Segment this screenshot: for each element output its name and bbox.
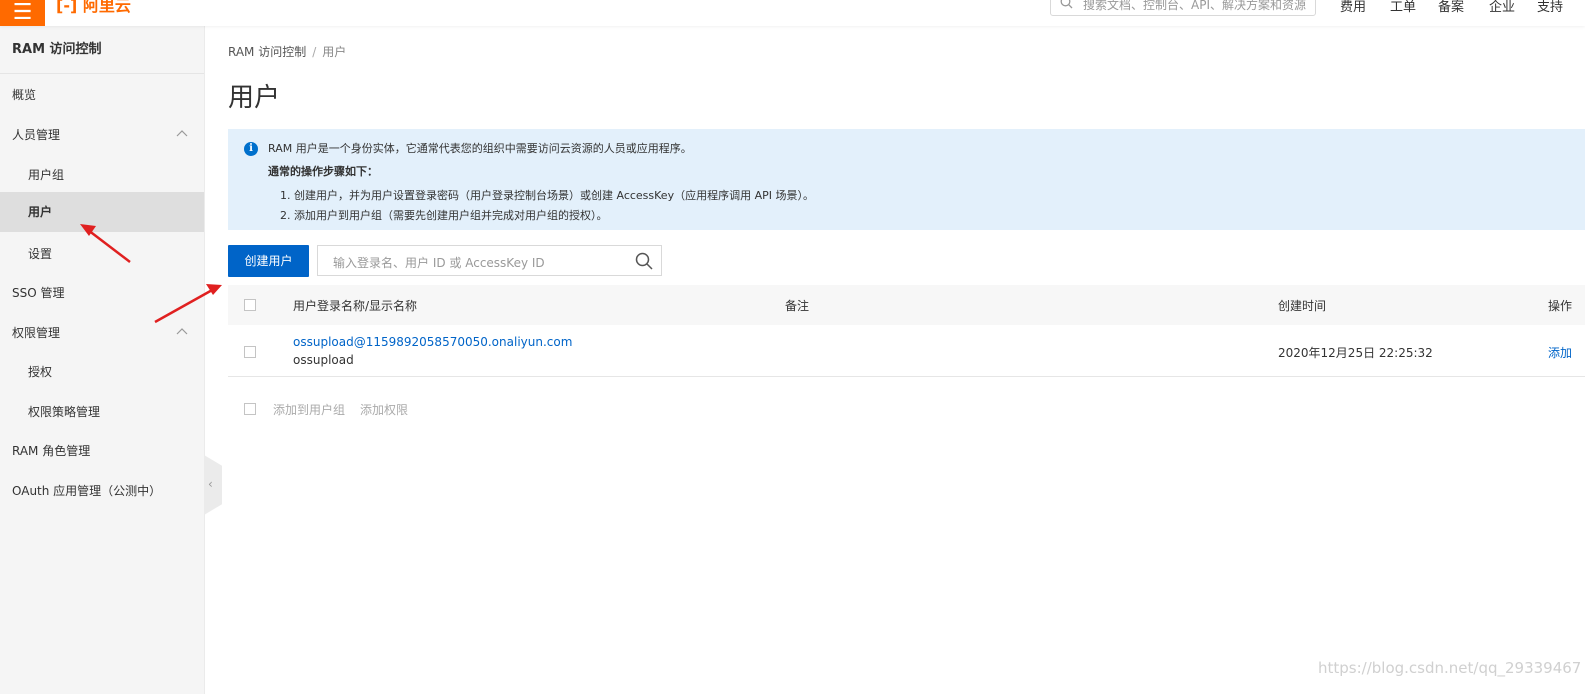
table-header: 用户登录名称/显示名称 备注 创建时间 操作 xyxy=(228,285,1585,326)
user-created-time: 2020年12月25日 22:25:32 xyxy=(1278,346,1433,360)
brand-logo[interactable]: [-] 阿里云 xyxy=(56,0,131,16)
sidebar-title: RAM 访问控制 xyxy=(0,26,204,74)
sidebar-collapse-handle[interactable]: ‹ xyxy=(204,455,222,515)
info-icon: i xyxy=(244,142,258,156)
add-permission-button[interactable]: 添加权限 xyxy=(360,401,408,418)
column-header-note: 备注 xyxy=(785,299,810,313)
page-title: 用户 xyxy=(228,83,281,113)
info-notice: i RAM 用户是一个身份实体，它通常代表您的组织中需要访问云资源的人员或应用程… xyxy=(228,129,1585,230)
notice-step: 2. 添加用户到用户组（需要先创建用户组并完成对用户组的授权）。 xyxy=(280,209,608,222)
nav-support[interactable]: 支持 xyxy=(1537,0,1563,15)
sidebar-item-ram-roles[interactable]: RAM 角色管理 xyxy=(0,431,204,471)
chevron-left-icon: ‹ xyxy=(208,477,213,491)
sidebar-item-grants[interactable]: 授权 xyxy=(0,352,204,392)
notice-step: 1. 创建用户，并为用户设置登录密码（用户登录控制台场景）或创建 AccessK… xyxy=(280,189,814,202)
sidebar-item-users[interactable]: 用户 xyxy=(0,192,204,232)
bulk-select-checkbox[interactable] xyxy=(244,403,256,415)
table-row: ossupload@1159892058570050.onaliyun.com … xyxy=(228,325,1585,377)
add-action-link[interactable]: 添加 xyxy=(1548,344,1572,361)
sidebar: RAM 访问控制 概览 人员管理 用户组 用户 设置 SSO 管理 权限管理 授… xyxy=(0,26,205,694)
column-header-login[interactable]: 用户登录名称/显示名称 xyxy=(293,297,417,314)
sidebar-item-label: OAuth 应用管理（公测中） xyxy=(12,484,162,498)
menu-icon[interactable]: ☰ xyxy=(0,0,45,26)
global-search-placeholder: 搜索文档、控制台、API、解决方案和资源 xyxy=(1083,0,1306,12)
sidebar-item-label: 设置 xyxy=(28,247,53,261)
sidebar-item-label: RAM 角色管理 xyxy=(12,444,91,458)
breadcrumb: RAM 访问控制 / 用户 xyxy=(228,43,346,60)
sidebar-item-label: 权限管理 xyxy=(12,326,61,340)
notice-line: RAM 用户是一个身份实体，它通常代表您的组织中需要访问云资源的人员或应用程序。 xyxy=(268,142,692,155)
chevron-up-icon[interactable] xyxy=(176,129,188,137)
sidebar-item-label: SSO 管理 xyxy=(12,286,65,300)
global-search-input[interactable]: 搜索文档、控制台、API、解决方案和资源 xyxy=(1050,0,1316,16)
notice-steps-heading: 通常的操作步骤如下： xyxy=(268,165,378,178)
sidebar-item-label: 权限策略管理 xyxy=(28,405,101,419)
sidebar-item-label: 授权 xyxy=(28,365,53,379)
chevron-up-icon[interactable] xyxy=(176,327,188,335)
sidebar-item-label: 概览 xyxy=(12,88,37,102)
sidebar-group-identities[interactable]: 人员管理 xyxy=(0,115,204,155)
nav-tickets[interactable]: 工单 xyxy=(1390,0,1416,15)
breadcrumb-current: 用户 xyxy=(322,45,347,59)
sidebar-item-oauth-apps[interactable]: OAuth 应用管理（公测中） xyxy=(0,471,204,511)
top-bar: ☰ [-] 阿里云 搜索文档、控制台、API、解决方案和资源 费用 工单 备案 … xyxy=(0,0,1585,26)
sidebar-item-sso[interactable]: SSO 管理 xyxy=(0,273,204,313)
nav-enterprise[interactable]: 企业 xyxy=(1489,0,1515,15)
search-icon xyxy=(1060,0,1073,9)
watermark: https://blog.csdn.net/qq_29339467 xyxy=(1318,659,1582,677)
sidebar-item-policies[interactable]: 权限策略管理 xyxy=(0,392,204,432)
column-header-actions: 操作 xyxy=(1548,299,1573,313)
nav-icp[interactable]: 备案 xyxy=(1438,0,1464,15)
user-search-input[interactable]: 输入登录名、用户 ID 或 AccessKey ID xyxy=(317,245,662,276)
sidebar-item-label: 人员管理 xyxy=(12,128,61,142)
sidebar-item-label: 用户组 xyxy=(28,168,65,182)
sidebar-item-user-groups[interactable]: 用户组 xyxy=(0,155,204,195)
breadcrumb-separator: / xyxy=(312,45,317,59)
row-checkbox[interactable] xyxy=(244,346,256,358)
sidebar-group-permissions[interactable]: 权限管理 xyxy=(0,313,204,353)
select-all-checkbox[interactable] xyxy=(244,299,256,311)
sidebar-item-label: 用户 xyxy=(28,205,53,219)
column-header-created[interactable]: 创建时间 xyxy=(1278,297,1326,314)
user-display-name: ossupload xyxy=(293,353,354,367)
user-login-link[interactable]: ossupload@1159892058570050.onaliyun.com xyxy=(293,335,572,349)
breadcrumb-root[interactable]: RAM 访问控制 xyxy=(228,45,306,59)
search-icon[interactable] xyxy=(635,252,653,270)
search-placeholder: 输入登录名、用户 ID 或 AccessKey ID xyxy=(333,256,545,270)
create-user-button[interactable]: 创建用户 xyxy=(228,245,309,277)
sidebar-item-overview[interactable]: 概览 xyxy=(0,75,204,115)
nav-billing[interactable]: 费用 xyxy=(1340,0,1366,15)
sidebar-item-settings[interactable]: 设置 xyxy=(0,234,204,274)
add-to-group-button[interactable]: 添加到用户组 xyxy=(273,401,345,418)
